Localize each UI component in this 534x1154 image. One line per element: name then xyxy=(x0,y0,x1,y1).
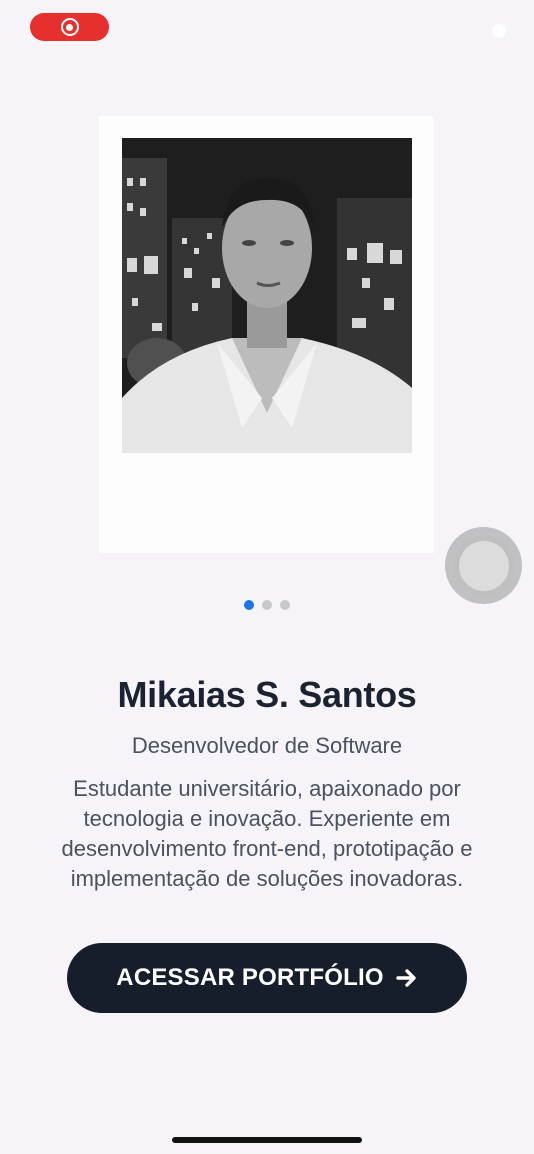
carousel-dot-1[interactable] xyxy=(244,600,254,610)
profile-role: Desenvolvedor de Software xyxy=(131,733,403,758)
screen-record-icon xyxy=(60,18,79,36)
profile-photo-image xyxy=(122,138,412,453)
assistive-touch-button[interactable] xyxy=(445,527,522,604)
screen-recording-indicator[interactable] xyxy=(30,13,109,41)
status-icon xyxy=(492,24,506,38)
profile-name: Mikaias S. Santos xyxy=(117,674,417,715)
access-portfolio-label: ACESSAR PORTFÓLIO xyxy=(116,964,384,991)
carousel-dot-3[interactable] xyxy=(280,600,290,610)
carousel-pagination xyxy=(0,600,534,610)
arrow-right-icon xyxy=(396,967,418,989)
profile-bio: Estudante universitário, apaixonado por … xyxy=(61,776,473,891)
assistive-touch-icon xyxy=(458,540,509,591)
carousel-dot-2[interactable] xyxy=(262,600,272,610)
profile-photo xyxy=(122,138,412,453)
home-indicator[interactable] xyxy=(172,1137,362,1143)
photo-carousel-card[interactable] xyxy=(99,116,434,553)
profile-screen: Mikaias S. Santos Desenvolvedor de Softw… xyxy=(0,0,534,1154)
access-portfolio-button[interactable]: ACESSAR PORTFÓLIO xyxy=(67,943,467,1013)
